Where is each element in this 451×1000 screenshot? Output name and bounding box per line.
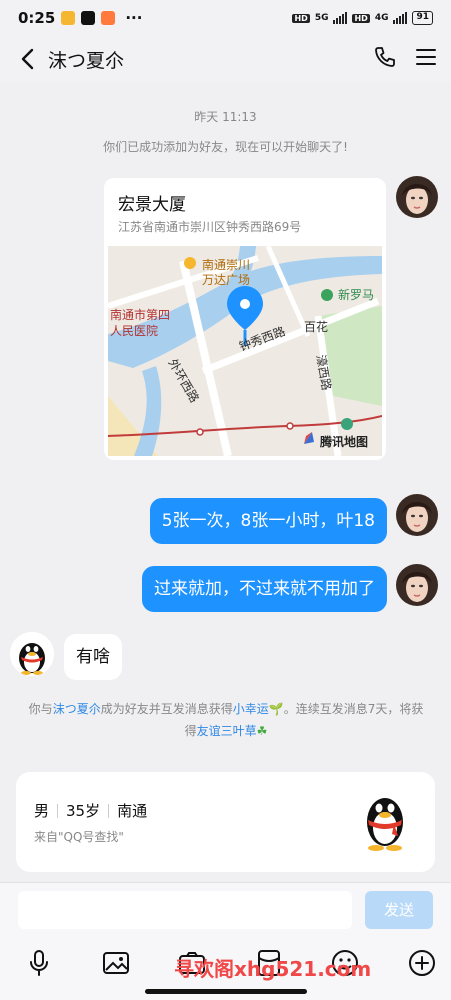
profile-penguin-icon xyxy=(358,790,412,856)
clover-icon: ☘ xyxy=(256,724,268,738)
map-road-baihua: 百花 xyxy=(304,320,329,334)
sys-text-2: 成为好友并互发消息获得 xyxy=(100,702,233,716)
sys-luck-link[interactable]: 小幸运 xyxy=(233,702,269,716)
phone-icon xyxy=(375,47,395,67)
friend-avatar[interactable] xyxy=(10,632,54,676)
send-button[interactable]: 发送 xyxy=(365,891,433,929)
menu-button[interactable] xyxy=(415,47,437,71)
avatar-photo-2 xyxy=(396,494,438,536)
my-avatar-3[interactable] xyxy=(396,564,438,606)
message-bubble-received[interactable]: 有啥 xyxy=(64,634,122,680)
map-poi-luoma: 新罗马 xyxy=(338,288,375,302)
profile-age: 35岁 xyxy=(66,802,101,820)
message-bubble-sent[interactable]: 5张一次，8张一小时，叶18 xyxy=(149,498,387,544)
chat-header: 沫つ夏尒 xyxy=(0,36,451,82)
map-poi-hospital: 南通市第四 xyxy=(110,308,171,322)
image-button[interactable] xyxy=(101,948,131,978)
friend-added-notice: 你们已成功添加为好友，现在可以开始聊天了! xyxy=(103,140,348,154)
map-poi-wanda-2: 万达广场 xyxy=(202,273,251,287)
status-time: 0:25 xyxy=(18,9,56,27)
battery-icon: 91 xyxy=(412,11,433,25)
qq-penguin-icon xyxy=(10,632,54,676)
chat-title: 沫つ夏尒 xyxy=(48,49,125,72)
more-button[interactable] xyxy=(407,948,437,978)
map-poi-hospital-2: 人民医院 xyxy=(110,324,159,338)
profile-info-row: 男 35岁 南通 xyxy=(34,800,147,821)
shop-app-icon xyxy=(101,11,116,25)
signal-icon-2 xyxy=(393,12,408,24)
network-5g-label: 5G xyxy=(314,13,329,23)
voice-button[interactable] xyxy=(24,948,54,978)
avatar-photo-3 xyxy=(396,564,438,606)
microphone-icon xyxy=(30,950,48,976)
map-brand: 腾讯地图 xyxy=(320,435,369,449)
call-button[interactable] xyxy=(373,45,397,73)
friendship-system-message: 你与沫つ夏尒成为好友并互发消息获得小幸运🌱。连续互发消息7天，将获得友谊三叶草☘ xyxy=(26,698,426,742)
message-timestamp: 昨天 11:13 xyxy=(194,110,257,124)
menu-icon xyxy=(416,49,436,65)
sys-friend-name-link[interactable]: 沫つ夏尒 xyxy=(53,702,101,716)
plus-icon xyxy=(408,950,435,976)
location-address: 江苏省南通市崇川区钟秀西路69号 xyxy=(118,220,302,234)
location-name: 宏景大厦 xyxy=(118,195,186,215)
divider xyxy=(57,803,59,818)
hd-badge-2: HD xyxy=(352,13,370,23)
chevron-left-icon xyxy=(21,48,34,70)
profile-gender: 男 xyxy=(34,802,50,820)
my-avatar[interactable] xyxy=(396,176,438,218)
message-bubble-sent-2[interactable]: 过来就加，不过来就不用加了 xyxy=(142,566,387,612)
chat-area[interactable]: 昨天 11:13 你们已成功添加为好友，现在可以开始聊天了! 宏景大厦 江苏省南… xyxy=(0,82,451,882)
location-card[interactable]: 宏景大厦 江苏省南通市崇川区钟秀西路69号 南通崇川 万达广场 南通市第四 人民… xyxy=(104,178,386,460)
message-input[interactable] xyxy=(18,891,352,929)
input-bar: 发送 寻欢阁xhg521.com xyxy=(0,882,451,1000)
sprout-icon: 🌱 xyxy=(268,702,284,716)
back-button[interactable] xyxy=(14,46,40,72)
home-indicator xyxy=(145,989,307,994)
tiktok-app-icon xyxy=(81,11,96,25)
hd-badge: HD xyxy=(292,13,310,23)
location-map[interactable]: 南通崇川 万达广场 南通市第四 人民医院 新罗马 钟秀西路 百花 外环西路 濠西… xyxy=(108,246,382,456)
profile-city: 南通 xyxy=(117,802,148,820)
profile-card[interactable]: 男 35岁 南通 来自"QQ号查找" xyxy=(16,772,435,872)
status-bar: 0:25 ··· HD 5G HD 4G 91 xyxy=(0,0,451,36)
avatar-photo xyxy=(396,176,438,218)
sys-text-1: 你与 xyxy=(28,702,53,716)
my-avatar-2[interactable] xyxy=(396,494,438,536)
more-notifications-icon: ··· xyxy=(125,9,143,27)
watermark: 寻欢阁xhg521.com xyxy=(174,957,372,981)
notes-app-icon xyxy=(61,11,76,25)
profile-source: 来自"QQ号查找" xyxy=(34,830,124,844)
image-icon xyxy=(102,952,129,974)
signal-icon xyxy=(333,12,348,24)
network-4g-label: 4G xyxy=(374,13,389,23)
divider-2 xyxy=(108,803,110,818)
sys-clover-link[interactable]: 友谊三叶草 xyxy=(197,724,257,738)
